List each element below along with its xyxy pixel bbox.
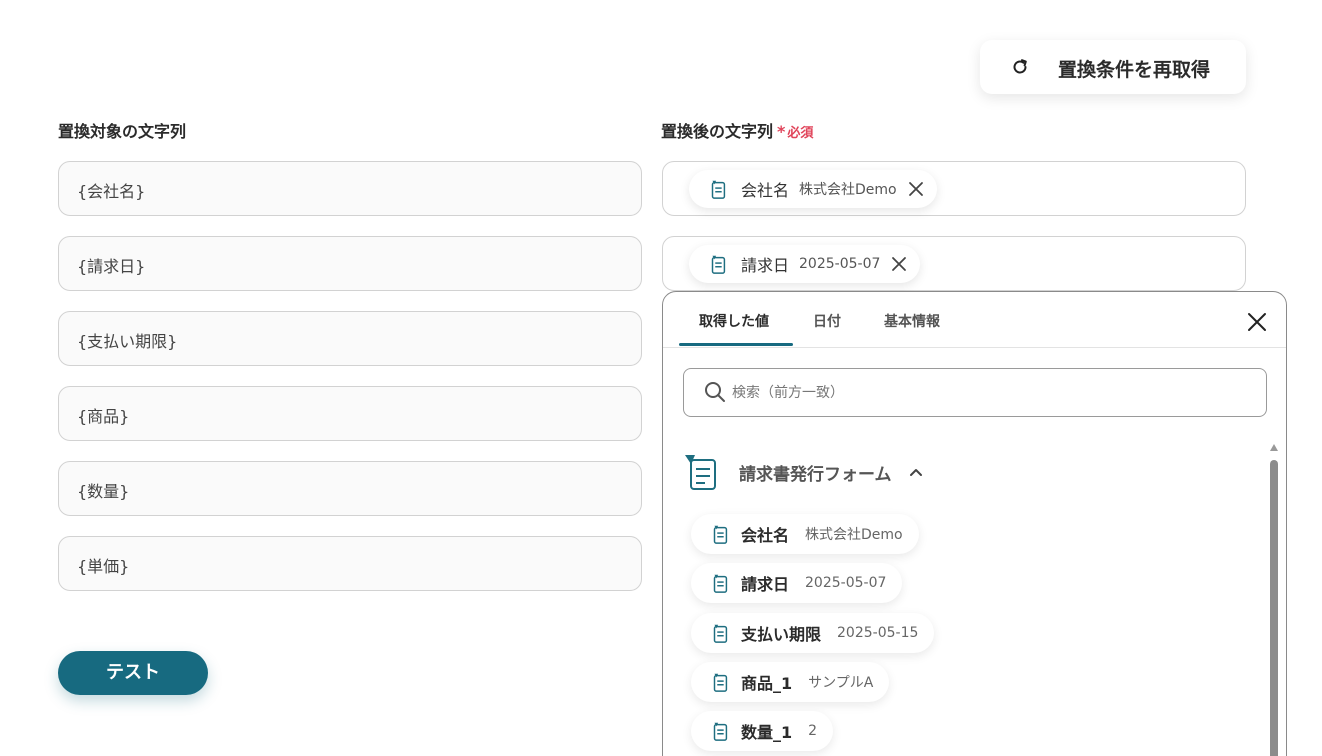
item-label: 会社名 (741, 526, 790, 545)
replacement-field-invoice-date[interactable]: 請求日 2025-05-07 (662, 236, 1246, 291)
remove-icon[interactable] (890, 255, 908, 273)
item-label: 数量_1 (741, 723, 793, 742)
group-header[interactable]: 請求書発行フォーム (683, 452, 924, 492)
test-button[interactable]: テスト (58, 651, 208, 695)
value-chip[interactable]: 会社名 株式会社Demo (689, 170, 937, 208)
list-item[interactable]: 支払い期限 2025-05-15 (691, 613, 935, 653)
list-item[interactable]: 数量_1 2 (691, 711, 834, 751)
close-icon[interactable] (1247, 312, 1267, 332)
item-label: 支払い期限 (741, 625, 822, 644)
form-icon (711, 255, 726, 274)
required-mark: * (777, 122, 786, 141)
group-label: 請求書発行フォーム (739, 464, 892, 485)
chip-label: 請求日 (741, 256, 790, 275)
scrollbar[interactable] (1267, 444, 1281, 756)
target-field-value: {商品} (77, 407, 130, 426)
list-item[interactable]: 商品_1 サンプルA (691, 662, 890, 702)
form-icon (713, 525, 728, 544)
form-icon (713, 722, 728, 741)
replacement-field-company[interactable]: 会社名 株式会社Demo (662, 161, 1246, 216)
target-field-due-date[interactable]: {支払い期限} (58, 311, 642, 366)
tab-date[interactable]: 日付 (813, 311, 841, 331)
target-field-value: {請求日} (77, 257, 146, 276)
item-label: 請求日 (741, 575, 790, 594)
required-text: 必須 (787, 126, 814, 141)
chip-label: 会社名 (741, 181, 790, 200)
item-value: 2 (808, 723, 818, 739)
search-input[interactable] (732, 381, 1232, 405)
tab-basic-info[interactable]: 基本情報 (884, 311, 940, 331)
active-tab-indicator (679, 343, 793, 346)
target-field-value: {会社名} (77, 182, 146, 201)
target-field-unit-price[interactable]: {単価} (58, 536, 642, 591)
form-icon (711, 180, 726, 199)
form-icon (685, 455, 716, 490)
refresh-label: 置換条件を再取得 (1058, 59, 1211, 81)
tab-retrieved-values[interactable]: 取得した値 (699, 311, 769, 331)
search-box (683, 368, 1267, 417)
chevron-up-icon[interactable] (908, 464, 924, 480)
item-value: 2025-05-15 (837, 625, 919, 641)
item-value: 2025-05-07 (805, 575, 887, 591)
target-field-invoice-date[interactable]: {請求日} (58, 236, 642, 291)
item-value: サンプルA (808, 675, 874, 691)
list-item[interactable]: 請求日 2025-05-07 (691, 563, 903, 603)
target-field-company[interactable]: {会社名} (58, 161, 642, 216)
form-icon (713, 673, 728, 692)
form-icon (713, 574, 728, 593)
panel-tabs: 取得した値 日付 基本情報 (663, 292, 1286, 348)
form-icon (713, 624, 728, 643)
remove-icon[interactable] (907, 180, 925, 198)
target-field-value: {単価} (77, 557, 130, 576)
search-icon (705, 382, 725, 402)
target-field-product[interactable]: {商品} (58, 386, 642, 441)
item-value: 株式会社Demo (805, 527, 903, 543)
scrollbar-thumb[interactable] (1270, 460, 1278, 756)
target-string-label: 置換対象の文字列 (58, 122, 187, 141)
item-label: 商品_1 (741, 674, 793, 693)
chip-value: 株式会社Demo (799, 182, 897, 198)
replacement-label-text: 置換後の文字列 (661, 122, 774, 141)
scroll-up-arrow[interactable] (1270, 444, 1278, 451)
value-picker-panel: 取得した値 日付 基本情報 請求書発行フォーム (662, 291, 1287, 756)
target-field-quantity[interactable]: {数量} (58, 461, 642, 516)
replacement-string-label: 置換後の文字列 * 必須 (661, 118, 813, 142)
target-field-value: {支払い期限} (77, 332, 178, 351)
refresh-conditions-button[interactable]: 置換条件を再取得 (980, 40, 1246, 94)
list-item[interactable]: 会社名 株式会社Demo (691, 514, 919, 554)
refresh-icon (1013, 59, 1027, 74)
chip-value: 2025-05-07 (799, 256, 881, 272)
value-chip[interactable]: 請求日 2025-05-07 (689, 245, 921, 283)
target-field-value: {数量} (77, 482, 130, 501)
